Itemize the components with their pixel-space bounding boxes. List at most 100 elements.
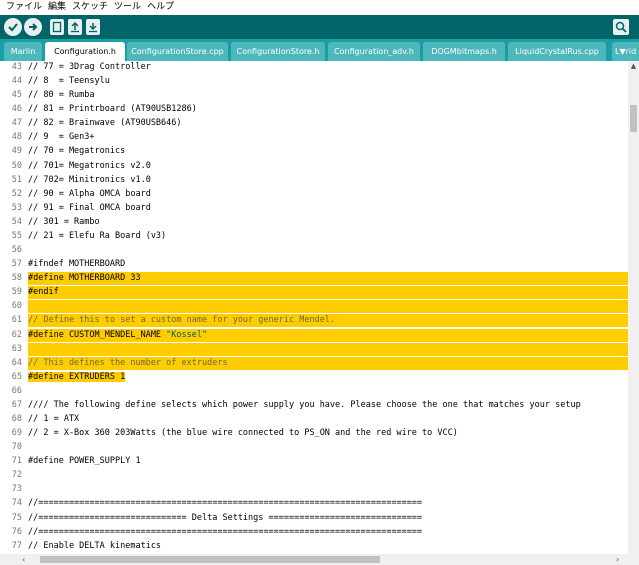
code-text: // 702= Minitronics v1.0 bbox=[28, 174, 628, 187]
code-text: // 91 = Final OMCA board bbox=[28, 202, 628, 215]
line-number: 65 bbox=[11, 371, 22, 382]
tab-7[interactable]: LiquidCrystalRus.cpp bbox=[508, 42, 606, 61]
code-fragment: #ifndef MOTHERBOARD bbox=[28, 259, 126, 270]
vertical-scrollbar[interactable]: ▲ bbox=[628, 61, 639, 554]
code-fragment: // 702= Minitronics v1.0 bbox=[28, 174, 151, 185]
code-text bbox=[28, 342, 628, 356]
line-number: 50 bbox=[11, 160, 22, 171]
code-line: 57 #ifndef MOTHERBOARD bbox=[0, 258, 628, 271]
code-fragment: #endif bbox=[28, 287, 59, 298]
line-number: 45 bbox=[11, 90, 22, 101]
code-fragment: // 8 = Teensylu bbox=[28, 76, 110, 87]
code-line: 62 #define CUSTOM_MENDEL_NAME "Kossel" bbox=[0, 328, 628, 342]
code-fragment: #define EXTRUDERS 1 bbox=[28, 371, 126, 382]
tab-4[interactable]: ConfigurationStore.h bbox=[231, 42, 325, 61]
code-text: #endif bbox=[28, 286, 628, 300]
code-text: // 90 = Alpha OMCA board bbox=[28, 188, 628, 201]
code-text: #define CUSTOM_MENDEL_NAME "Kossel" bbox=[28, 328, 628, 342]
code-line: 75 //============================= Delta … bbox=[0, 512, 628, 525]
tab-2[interactable]: Configuration.h bbox=[45, 42, 125, 61]
tab-5[interactable]: Configuration_adv.h bbox=[328, 42, 420, 61]
code-text: //============================= Delta Se… bbox=[28, 512, 628, 525]
vertical-scroll-thumb[interactable] bbox=[630, 105, 637, 132]
tab-menu-button[interactable]: L▼rid bbox=[612, 42, 639, 61]
code-line: 66 bbox=[0, 385, 628, 398]
menu-item[interactable]: 編集 bbox=[45, 0, 69, 15]
code-fragment: //======================================… bbox=[28, 526, 423, 537]
line-number: 53 bbox=[11, 202, 22, 213]
new-button[interactable] bbox=[50, 19, 64, 35]
save-button[interactable] bbox=[86, 19, 100, 35]
tab-bar: LiquidCrystalRus.cpp DOGMbitmaps.h Configu… bbox=[0, 39, 639, 61]
line-number: 68 bbox=[11, 414, 22, 424]
code-text: // 301 = Rambo bbox=[28, 216, 628, 229]
code-fragment: // Enable DELTA kinematics bbox=[28, 540, 162, 551]
code-fragment: // 21 = Elefu Ra Board (v3) bbox=[28, 230, 167, 241]
tab-3[interactable]: ConfigurationStore.cpp bbox=[127, 42, 228, 61]
code-line: 76 //====================================… bbox=[0, 526, 628, 539]
verify-button[interactable] bbox=[4, 18, 22, 36]
upload-button[interactable] bbox=[24, 18, 42, 36]
code-line: 71 #define POWER_SUPPLY 1 bbox=[0, 455, 628, 468]
code-text: // 701= Megatronics v2.0 bbox=[28, 160, 628, 173]
scroll-left-icon[interactable]: ‹ bbox=[22, 554, 33, 565]
code-line: 63 bbox=[0, 342, 628, 356]
code-line: 45 // 80 = Rumba bbox=[0, 89, 628, 102]
code-fragment: // This defines the number of extruders bbox=[28, 357, 228, 368]
code-text bbox=[28, 300, 628, 314]
code-line: 70 bbox=[0, 441, 628, 454]
code-text: // Define this to set a custom name for … bbox=[28, 314, 628, 328]
code-fragment: // 90 = Alpha OMCA board bbox=[28, 188, 151, 199]
line-number: 46 bbox=[11, 104, 22, 115]
code-editor[interactable]: 43 // 77 = 3Drag Controller 44 // 8 = Teens… bbox=[0, 61, 628, 554]
scroll-up-icon[interactable]: ▲ bbox=[628, 61, 639, 72]
code-fragment: // 9 = Gen3+ bbox=[28, 132, 95, 143]
code-fragment: #define CUSTOM_MENDEL_NAME bbox=[28, 329, 167, 340]
save-icon bbox=[89, 23, 97, 33]
code-fragment: // 82 = Brainwave (AT90USB646) bbox=[28, 118, 182, 129]
menu-item[interactable]: スケッチ bbox=[69, 0, 111, 15]
horizontal-scroll-thumb[interactable] bbox=[40, 556, 380, 563]
code-text: //// The following define selects which … bbox=[28, 399, 628, 412]
line-number: 70 bbox=[11, 442, 22, 453]
code-fragment: //======================================… bbox=[28, 498, 423, 509]
serial-monitor-button[interactable] bbox=[613, 19, 629, 35]
tab-1[interactable]: Marlin bbox=[4, 42, 42, 61]
code-line: 56 bbox=[0, 244, 628, 257]
line-number: 60 bbox=[11, 301, 22, 312]
code-text: #define EXTRUDERS 1 bbox=[28, 371, 628, 384]
scroll-right-icon[interactable]: › bbox=[616, 554, 627, 565]
tab-6[interactable]: DOGMbitmaps.h bbox=[423, 42, 505, 61]
menu-item[interactable]: ヘルプ bbox=[144, 0, 177, 15]
open-button[interactable] bbox=[68, 19, 82, 35]
code-line: 58 #define MOTHERBOARD 33 bbox=[0, 272, 628, 286]
code-line: 68 // 1 = ATX bbox=[0, 413, 628, 426]
menu-item[interactable]: ツール bbox=[111, 0, 144, 15]
code-line: 60 bbox=[0, 300, 628, 314]
line-number: 63 bbox=[11, 343, 22, 354]
code-text: // 9 = Gen3+ bbox=[28, 131, 628, 144]
code-line: 52 // 90 = Alpha OMCA board bbox=[0, 188, 628, 201]
new-file-icon bbox=[52, 21, 62, 33]
code-line: 48 // 9 = Gen3+ bbox=[0, 131, 628, 144]
code-line: 64 // This defines the number of extruder… bbox=[0, 356, 628, 370]
code-text: //======================================… bbox=[28, 526, 628, 539]
code-text: // Enable DELTA kinematics bbox=[28, 540, 628, 553]
code-fragment: // 80 = Rumba bbox=[28, 90, 95, 101]
code-line: 67 //// The following define selects whic… bbox=[0, 399, 628, 412]
code-line: 73 bbox=[0, 483, 628, 496]
code-text: //======================================… bbox=[28, 497, 628, 510]
code-fragment: // 77 = 3Drag Controller bbox=[28, 62, 151, 72]
code-fragment: #define POWER_SUPPLY 1 bbox=[28, 456, 141, 467]
code-text: #ifndef MOTHERBOARD bbox=[28, 258, 628, 271]
line-number: 43 bbox=[11, 62, 22, 72]
menu-item[interactable]: ファイル bbox=[3, 0, 45, 15]
code-text: // 1 = ATX bbox=[28, 413, 628, 426]
horizontal-scrollbar[interactable]: ‹ › bbox=[0, 554, 639, 565]
code-line: 43 // 77 = 3Drag Controller bbox=[0, 61, 628, 74]
code-fragment: // 2 = X-Box 360 203Watts (the blue wire… bbox=[28, 428, 458, 439]
code-text: // 81 = Printrboard (AT90USB1286) bbox=[28, 103, 628, 116]
line-number: 62 bbox=[11, 329, 22, 340]
